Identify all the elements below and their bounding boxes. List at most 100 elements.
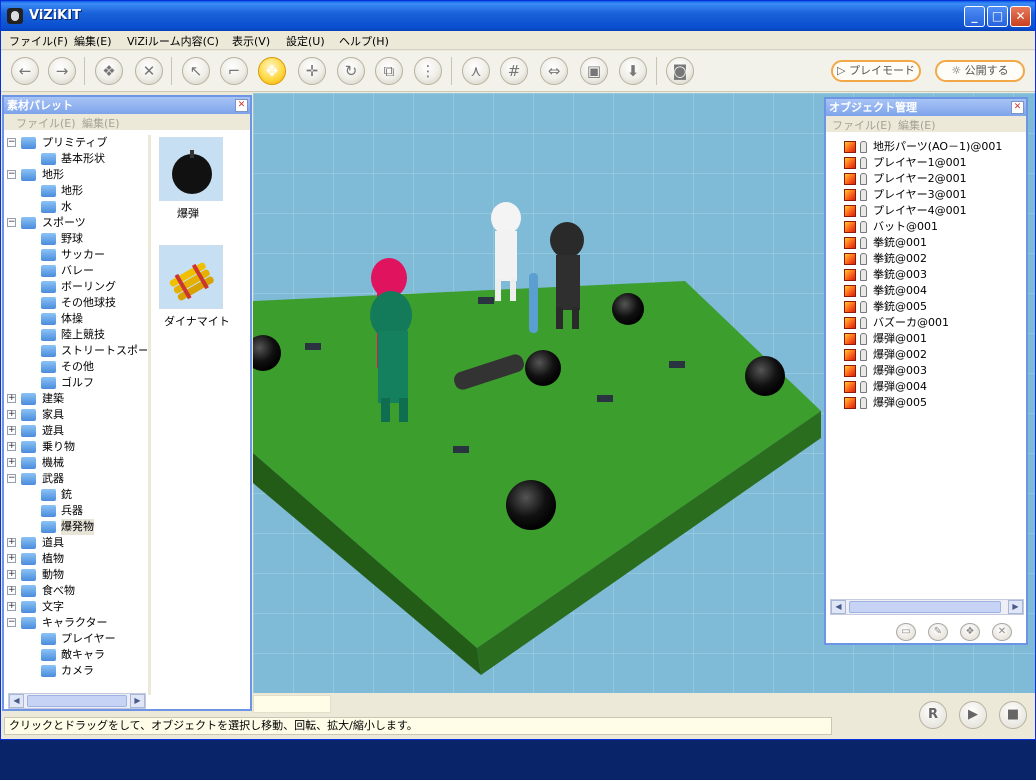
scroll-left-icon[interactable]: ◀ [831, 600, 846, 614]
rotate-icon[interactable]: ↻ [337, 57, 365, 85]
tree-item[interactable]: + 植物 [7, 551, 147, 567]
move-icon[interactable]: ✛ [298, 57, 326, 85]
asset-dynamite[interactable] [159, 245, 223, 309]
tree-item[interactable]: + 道具 [7, 535, 147, 551]
bat-object[interactable] [529, 273, 538, 333]
folder-icon[interactable]: ▭ [896, 623, 916, 641]
expand-icon[interactable]: + [7, 570, 16, 579]
local-axis-icon[interactable]: ⌐ [220, 57, 248, 85]
tree-item[interactable]: ボーリング [25, 279, 147, 295]
collapse-icon[interactable]: − [7, 170, 16, 179]
tree-item[interactable]: − キャラクター [7, 615, 147, 631]
lock-icon[interactable] [860, 285, 867, 297]
palette-close-icon[interactable]: ✕ [235, 99, 248, 112]
object-horizontal-scrollbar[interactable]: ◀ ▶ [830, 599, 1024, 615]
delete-object-icon[interactable]: ✕ [992, 623, 1012, 641]
tree-item[interactable]: + 食べ物 [7, 583, 147, 599]
expand-icon[interactable]: + [7, 458, 16, 467]
tree-item[interactable]: ゴルフ [25, 375, 147, 391]
tree-item[interactable]: 爆発物 [25, 519, 147, 535]
snap-on-icon[interactable]: ⇔ [540, 57, 568, 85]
pistol-object[interactable] [669, 361, 685, 368]
tree-item[interactable]: + 家具 [7, 407, 147, 423]
lock-icon[interactable] [860, 173, 867, 185]
lock-icon[interactable] [860, 221, 867, 233]
publish-button[interactable]: ☼ 公開する [935, 60, 1025, 82]
expand-icon[interactable]: + [7, 426, 16, 435]
menu-view[interactable]: 表示(V) [232, 33, 270, 49]
scroll-thumb[interactable] [849, 601, 1001, 613]
collapse-icon[interactable]: − [7, 138, 16, 147]
tree-item[interactable]: 地形 [25, 183, 147, 199]
lock-icon[interactable] [860, 157, 867, 169]
tree-item[interactable]: 兵器 [25, 503, 147, 519]
tree-item[interactable]: − スポーツ [7, 215, 147, 231]
name-input[interactable] [253, 695, 331, 713]
maximize-button[interactable]: □ [987, 6, 1008, 27]
stop-button[interactable]: ■ [999, 701, 1027, 729]
minimize-button[interactable]: _ [964, 6, 985, 27]
reset-button[interactable]: R [919, 701, 947, 729]
object-menu-file[interactable]: ファイル(E) [832, 117, 892, 133]
expand-icon[interactable]: + [7, 602, 16, 611]
expand-icon[interactable]: + [7, 410, 16, 419]
import-icon[interactable]: ⬇ [619, 57, 647, 85]
tree-item[interactable]: 銃 [25, 487, 147, 503]
lock-icon[interactable] [860, 317, 867, 329]
palette-divider[interactable] [148, 135, 151, 695]
menu-settings[interactable]: 設定(U) [286, 33, 325, 49]
bomb-object[interactable] [525, 350, 561, 386]
tree-item[interactable]: プレイヤー [25, 631, 147, 647]
tree-item[interactable]: + 機械 [7, 455, 147, 471]
tree-item[interactable]: サッカー [25, 247, 147, 263]
delete-icon[interactable]: ✕ [135, 57, 163, 85]
play-mode-button[interactable]: ▷ プレイモード [831, 60, 921, 82]
bomb-object[interactable] [506, 480, 556, 530]
tree-item[interactable]: − プリミティブ [7, 135, 147, 151]
collapse-icon[interactable]: − [7, 618, 16, 627]
tree-item[interactable]: + 文字 [7, 599, 147, 615]
grid-on-icon[interactable]: # [500, 57, 528, 85]
pistol-object[interactable] [305, 343, 321, 350]
pistol-object[interactable] [478, 297, 494, 304]
scroll-right-icon[interactable]: ▶ [1008, 600, 1023, 614]
collapse-icon[interactable]: − [7, 474, 16, 483]
lock-icon[interactable] [860, 253, 867, 265]
lock-icon[interactable] [860, 381, 867, 393]
lock-icon[interactable] [860, 301, 867, 313]
pistol-object[interactable] [597, 395, 613, 402]
object-menu-edit[interactable]: 編集(E) [898, 117, 936, 133]
scale-icon[interactable]: ⧉ [375, 57, 403, 85]
back-icon[interactable]: ← [11, 57, 39, 85]
xyz-icon[interactable]: ⋮ [414, 57, 442, 85]
close-window-button[interactable]: ✕ [1010, 6, 1031, 27]
asset-bomb[interactable] [159, 137, 223, 201]
tree-item[interactable]: 野球 [25, 231, 147, 247]
tree-item[interactable]: バレー [25, 263, 147, 279]
tree-item[interactable]: ストリートスポーツ [25, 343, 147, 359]
tree-item[interactable]: + 遊具 [7, 423, 147, 439]
lock-icon[interactable] [860, 141, 867, 153]
forward-icon[interactable]: → [48, 57, 76, 85]
object-manager-close-icon[interactable]: ✕ [1011, 101, 1024, 114]
lock-icon[interactable] [860, 269, 867, 281]
box-on-icon[interactable]: ▣ [580, 57, 608, 85]
tree-item[interactable]: 体操 [25, 311, 147, 327]
menu-file[interactable]: ファイル(F) [9, 33, 68, 49]
expand-icon[interactable]: + [7, 538, 16, 547]
move-target-icon[interactable]: ✥ [258, 57, 286, 85]
tree-item[interactable]: 陸上競技 [25, 327, 147, 343]
play-button[interactable]: ▶ [959, 701, 987, 729]
menu-edit[interactable]: 編集(E) [74, 33, 112, 49]
expand-icon[interactable]: + [7, 586, 16, 595]
tree-item[interactable]: − 武器 [7, 471, 147, 487]
lock-icon[interactable] [860, 237, 867, 249]
tree-item[interactable]: その他球技 [25, 295, 147, 311]
bomb-object[interactable] [745, 356, 785, 396]
expand-icon[interactable]: + [7, 394, 16, 403]
lock-icon[interactable] [860, 189, 867, 201]
rename-icon[interactable]: ✎ [928, 623, 948, 641]
tree-item[interactable]: 敵キャラ [25, 647, 147, 663]
palette-menu-edit[interactable]: 編集(E) [82, 115, 120, 131]
tree-item[interactable]: その他 [25, 359, 147, 375]
